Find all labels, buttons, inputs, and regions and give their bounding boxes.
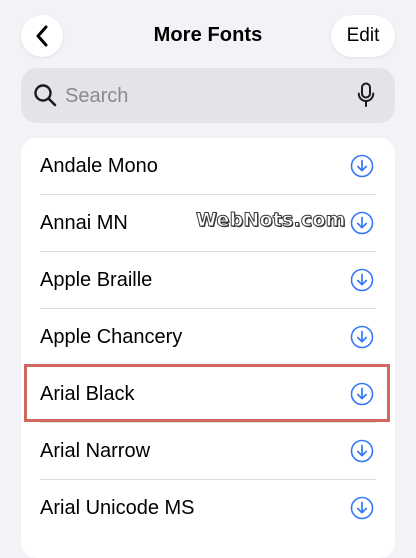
edit-button[interactable]: Edit (331, 15, 395, 57)
font-name: Apple Chancery (40, 326, 183, 348)
download-icon[interactable] (350, 325, 374, 349)
font-list: Andale Mono Annai MN Apple Braille Apple… (21, 138, 395, 558)
font-row-arial-unicode-ms[interactable]: Arial Unicode MS (21, 480, 395, 537)
font-name: Andale Mono (40, 155, 158, 177)
download-icon[interactable] (350, 211, 374, 235)
search-input[interactable] (65, 81, 335, 111)
download-icon[interactable] (350, 439, 374, 463)
font-name: Apple Braille (40, 269, 153, 291)
download-icon[interactable] (350, 268, 374, 292)
watermark: WebNots.com (196, 209, 346, 232)
font-name: Annai MN (40, 212, 128, 234)
navigation-bar: More Fonts Edit (0, 0, 416, 70)
font-row-arial-black[interactable]: Arial Black (21, 366, 395, 423)
download-icon[interactable] (350, 496, 374, 520)
font-name: Arial Black (40, 383, 135, 405)
search-icon (34, 84, 57, 107)
font-row-arial-narrow[interactable]: Arial Narrow (21, 423, 395, 480)
font-row-andale-mono[interactable]: Andale Mono (21, 138, 395, 195)
font-name: Arial Narrow (40, 440, 151, 462)
download-icon[interactable] (350, 154, 374, 178)
font-name: Arial Unicode MS (40, 497, 195, 519)
download-icon[interactable] (350, 382, 374, 406)
font-row-apple-chancery[interactable]: Apple Chancery (21, 309, 395, 366)
font-row-apple-braille[interactable]: Apple Braille (21, 252, 395, 309)
microphone-icon[interactable] (357, 82, 375, 108)
search-bar[interactable] (21, 68, 395, 123)
